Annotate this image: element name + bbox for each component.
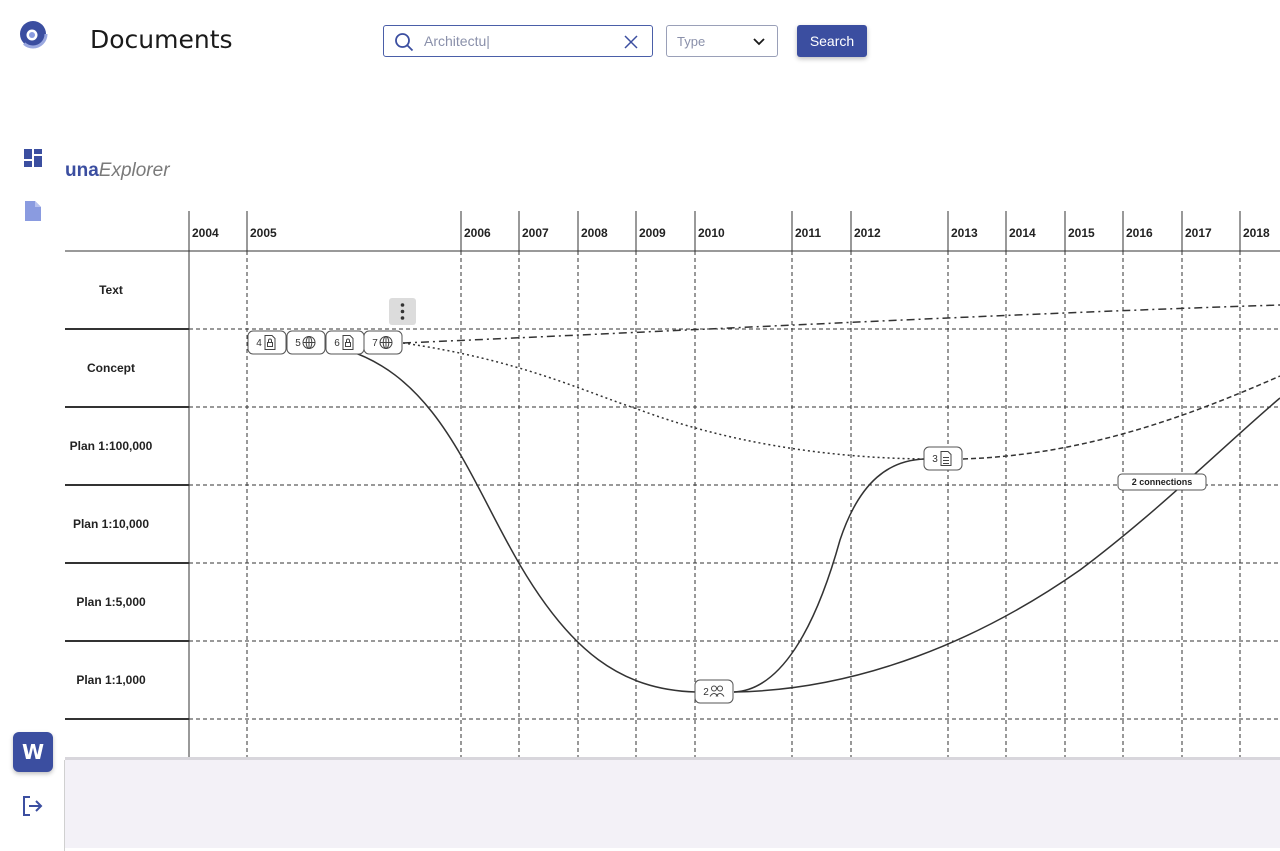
row-label: Concept — [87, 361, 135, 375]
node-label: 4 — [256, 338, 262, 349]
year-label: 2017 — [1185, 226, 1212, 240]
connection-dashdot[interactable] — [402, 304, 1280, 344]
connection-solid-2-right[interactable] — [733, 397, 1280, 693]
year-label: 2011 — [795, 226, 821, 240]
year-label: 2010 — [698, 226, 725, 240]
node-label: 3 — [932, 454, 938, 465]
globe-icon — [379, 336, 393, 349]
timeline-node-2[interactable]: 2 — [694, 679, 734, 704]
year-label: 2008 — [581, 226, 608, 240]
year-label: 2006 — [464, 226, 491, 240]
timeline-node-6[interactable]: 6 — [325, 330, 365, 355]
row-label: Plan 1:10,000 — [73, 517, 149, 531]
connection-dotted[interactable] — [402, 342, 926, 460]
row-label: Plan 1:1,000 — [76, 673, 146, 687]
year-label: 2004 — [192, 226, 219, 240]
bottom-panel — [64, 757, 1280, 851]
node-label: 7 — [372, 338, 378, 349]
connection-dashed[interactable] — [962, 375, 1280, 460]
connection-solid-2-3[interactable] — [733, 458, 926, 693]
timeline-grid: 2004 2005 2006 2007 2008 2009 2010 2011 2012 2013… — [65, 211, 1280, 757]
year-label: 2018 — [1243, 226, 1270, 240]
timeline-chart[interactable]: 2004 2005 2006 2007 2008 2009 2010 2011 2012 2013… — [0, 0, 1280, 848]
timeline-nodes: 4 5 6 7 3 2 — [247, 330, 963, 704]
connection-label-badge[interactable]: 2 connections — [1117, 473, 1207, 491]
node-label: 2 — [703, 687, 709, 698]
timeline-node-4[interactable]: 4 — [247, 330, 287, 355]
kebab-menu-icon[interactable] — [389, 298, 416, 325]
timeline-node-3[interactable]: 3 — [923, 446, 963, 471]
row-label: Text — [99, 283, 123, 297]
year-label: 2007 — [522, 226, 549, 240]
row-label: Plan 1:100,000 — [70, 439, 153, 453]
year-label: 2009 — [639, 226, 666, 240]
year-label: 2012 — [854, 226, 881, 240]
timeline-node-5[interactable]: 5 — [286, 330, 326, 355]
year-label: 2013 — [951, 226, 978, 240]
connection-label: 2 connections — [1132, 477, 1193, 487]
timeline-node-7[interactable]: 7 — [363, 330, 403, 355]
node-label: 5 — [295, 338, 301, 349]
connection-curves — [346, 304, 1280, 693]
globe-icon — [302, 336, 316, 349]
year-label: 2015 — [1068, 226, 1095, 240]
year-label: 2005 — [250, 226, 277, 240]
year-label: 2014 — [1009, 226, 1036, 240]
node-label: 6 — [334, 338, 340, 349]
row-label: Plan 1:5,000 — [76, 595, 146, 609]
year-label: 2016 — [1126, 226, 1153, 240]
